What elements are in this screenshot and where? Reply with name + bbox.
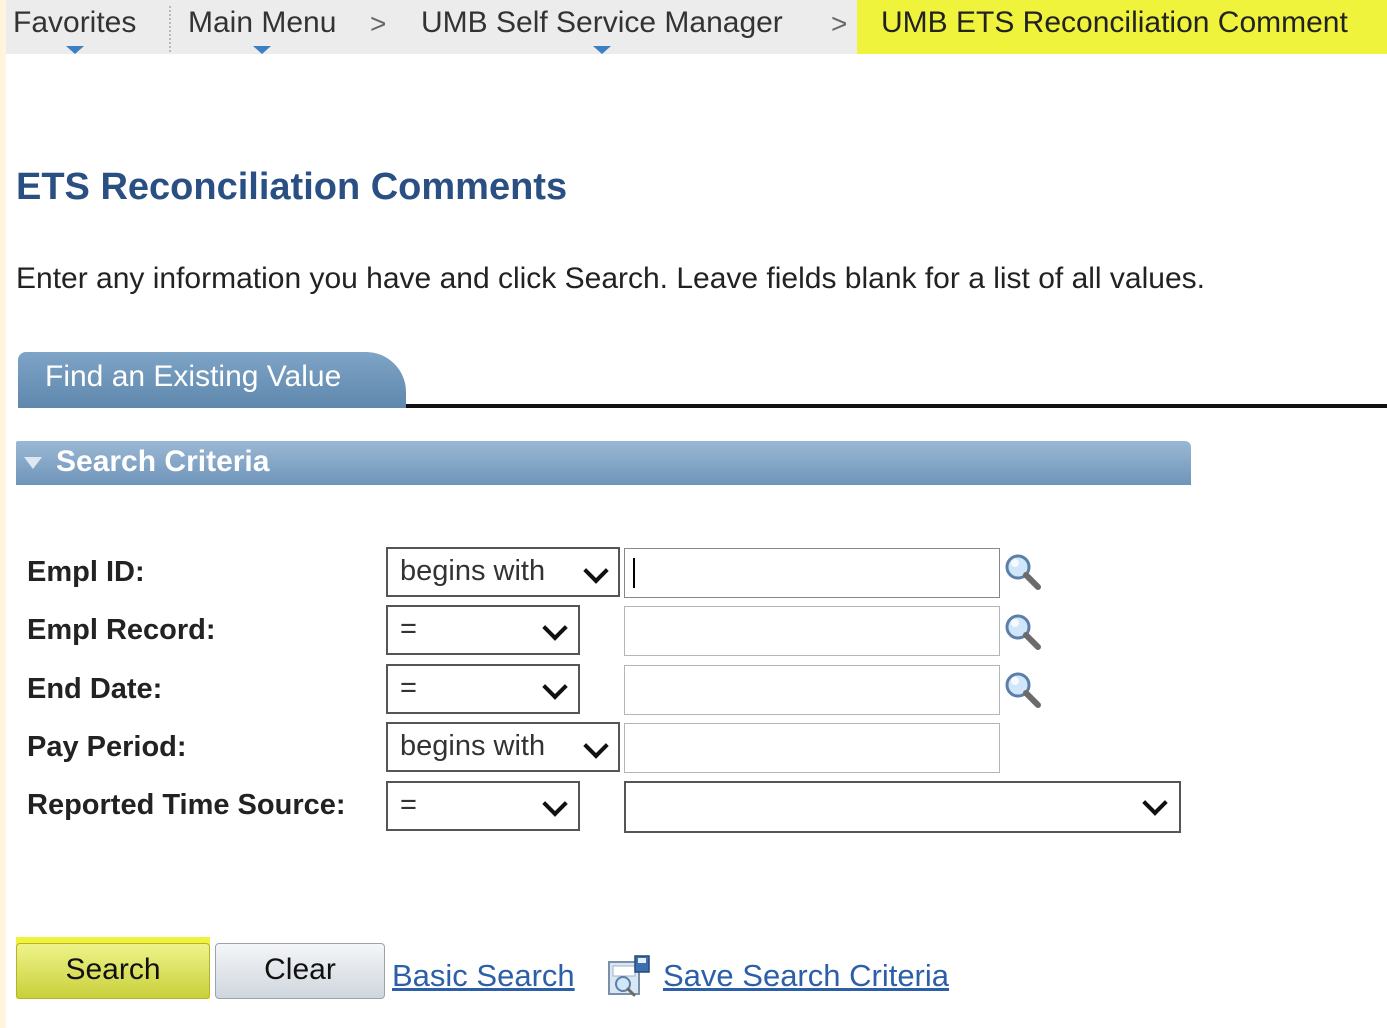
empl-record-lookup-icon[interactable]: [1003, 612, 1043, 652]
nav-main-menu-label: Main Menu: [188, 6, 337, 39]
instructions-text: Enter any information you have and click…: [16, 262, 1205, 295]
breadcrumb-separator-icon: >: [370, 8, 387, 39]
empl-id-operator-select[interactable]: begins with: [386, 547, 620, 597]
empl-id-lookup-icon[interactable]: [1003, 552, 1043, 592]
tab-label: Find an Existing Value: [45, 360, 342, 393]
chevron-down-icon: [1142, 790, 1168, 816]
chevron-down-icon: [542, 791, 568, 817]
end-date-label: End Date:: [27, 673, 163, 705]
empl-record-operator-select[interactable]: =: [386, 605, 580, 655]
breadcrumb-separator-icon: >: [831, 8, 848, 39]
chevron-down-icon: [583, 558, 609, 584]
page-title: ETS Reconciliation Comments: [16, 166, 568, 208]
self-service-dropdown-icon: [592, 46, 611, 54]
nav-current-label: UMB ETS Reconciliation Comment: [881, 6, 1348, 39]
clear-button[interactable]: Clear: [215, 943, 385, 999]
pay-period-label: Pay Period:: [27, 731, 187, 763]
nav-current-page: UMB ETS Reconciliation Comment: [857, 0, 1387, 54]
empl-id-operator-value: begins with: [400, 555, 546, 587]
nav-favorites[interactable]: Favorites: [13, 5, 137, 54]
pay-period-operator-select[interactable]: begins with: [386, 722, 620, 772]
tab-find-existing-value[interactable]: Find an Existing Value: [18, 352, 406, 408]
pay-period-operator-value: begins with: [400, 730, 546, 762]
nav-self-service-label: UMB Self Service Manager: [421, 6, 783, 39]
reported-time-source-operator-value: =: [400, 789, 417, 821]
empl-id-label: Empl ID:: [27, 556, 145, 588]
pay-period-input[interactable]: [624, 723, 1000, 773]
left-margin-strip: [0, 0, 6, 1028]
text-caret: [633, 558, 635, 588]
collapse-triangle-icon[interactable]: [24, 457, 42, 469]
empl-record-input[interactable]: [624, 606, 1000, 656]
empl-record-label: Empl Record:: [27, 614, 216, 646]
section-title: Search Criteria: [56, 445, 270, 478]
nav-self-service-manager[interactable]: UMB Self Service Manager: [421, 5, 783, 54]
empl-id-input[interactable]: [624, 548, 1000, 598]
search-criteria-header[interactable]: Search Criteria: [16, 441, 1191, 485]
chevron-down-icon: [542, 674, 568, 700]
chevron-down-icon: [583, 733, 609, 759]
end-date-operator-value: =: [400, 672, 417, 704]
reported-time-source-value-select[interactable]: [624, 781, 1181, 833]
tab-underline: [406, 404, 1387, 408]
basic-search-link[interactable]: Basic Search: [392, 958, 575, 994]
save-search-icon[interactable]: [607, 954, 653, 998]
search-button[interactable]: Search: [16, 943, 210, 999]
main-menu-dropdown-icon: [253, 46, 272, 54]
chevron-down-icon: [542, 615, 568, 641]
end-date-input[interactable]: [624, 665, 1000, 715]
breadcrumb-bar: Favorites Main Menu > UMB Self Service M…: [6, 0, 1387, 54]
save-search-criteria-link[interactable]: Save Search Criteria: [663, 958, 949, 994]
nav-favorites-label: Favorites: [13, 6, 137, 39]
reported-time-source-operator-select[interactable]: =: [386, 781, 580, 831]
nav-divider: [169, 6, 171, 52]
end-date-operator-select[interactable]: =: [386, 664, 580, 714]
favorites-dropdown-icon: [65, 46, 84, 54]
end-date-lookup-icon[interactable]: [1003, 670, 1043, 710]
reported-time-source-label: Reported Time Source:: [27, 789, 346, 821]
empl-record-operator-value: =: [400, 613, 417, 645]
nav-main-menu[interactable]: Main Menu: [188, 5, 337, 54]
